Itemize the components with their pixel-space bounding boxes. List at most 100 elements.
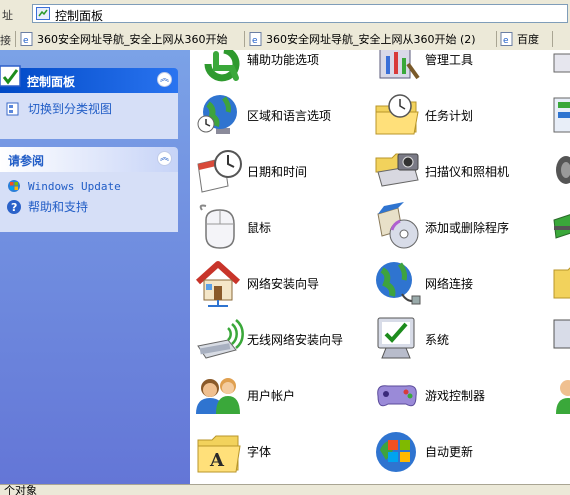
item-wireless-network-wizard[interactable]: 无线网络安装向导 xyxy=(190,312,365,368)
accessibility-icon xyxy=(204,50,240,82)
monitor-icon xyxy=(553,319,570,349)
control-panel-panel-header[interactable]: 控制面板 ︽ xyxy=(0,65,178,93)
system-monitor-icon xyxy=(377,317,415,359)
task-label: 帮助和支持 xyxy=(28,200,89,214)
keyboard-icon xyxy=(553,53,570,73)
links-separator xyxy=(244,31,245,47)
item-scheduled-tasks[interactable]: 任务计划 xyxy=(368,88,543,144)
help-icon: ? xyxy=(7,199,21,214)
link-360-nav-1[interactable]: e 360安全网址导航_安全上网从360开始 xyxy=(20,30,228,48)
network-globe-icon xyxy=(376,262,421,305)
item-label: 自动更新 xyxy=(425,445,474,459)
task-sidebar: 控制面板 ︽ 切换到分类视图 请参阅 ︽ Windows Update ? 帮助… xyxy=(0,50,190,494)
item-label: 网络安装向导 xyxy=(247,277,320,291)
item-network-setup-wizard[interactable]: 网络安装向导 xyxy=(190,256,365,312)
address-bar: 址 控制面板 xyxy=(0,0,570,29)
item-user-accounts[interactable]: 用户帐户 xyxy=(190,368,365,424)
item-partial-col3-row1[interactable] xyxy=(546,88,570,144)
links-separator xyxy=(496,31,497,47)
link-label: 百度 xyxy=(517,33,539,46)
item-accessibility-options[interactable]: 辅助功能选项 xyxy=(190,50,365,88)
links-separator xyxy=(15,31,16,47)
item-label: 区域和语言选项 xyxy=(247,109,332,123)
collapse-icon[interactable]: ︽ xyxy=(157,151,172,166)
ie-page-icon: e xyxy=(249,32,262,46)
item-regional-language[interactable]: 区域和语言选项 xyxy=(190,88,365,144)
ie-page-icon: e xyxy=(20,32,33,46)
collapse-icon[interactable]: ︽ xyxy=(157,72,172,87)
item-label: 日期和时间 xyxy=(247,165,308,179)
help-and-support-link[interactable]: ? 帮助和支持 xyxy=(6,198,88,215)
add-remove-programs-icon xyxy=(377,202,419,249)
task-label: Windows Update xyxy=(28,179,121,193)
svg-text:A: A xyxy=(209,450,225,471)
svg-text:e: e xyxy=(503,36,509,46)
admin-tools-icon xyxy=(379,50,420,80)
item-administrative-tools[interactable]: 管理工具 xyxy=(368,50,543,88)
wireless-icon xyxy=(197,319,244,359)
item-partial-col3-row0[interactable] xyxy=(546,50,570,88)
item-automatic-updates[interactable]: 自动更新 xyxy=(368,424,543,480)
status-bar: 个对象 xyxy=(0,484,570,495)
link-360-nav-2[interactable]: e 360安全网址导航_安全上网从360开始 (2) xyxy=(249,30,476,48)
speaker-icon xyxy=(556,156,570,184)
ie-page-icon: e xyxy=(500,32,513,46)
item-partial-col3-row6[interactable] xyxy=(546,368,570,424)
item-label: 字体 xyxy=(247,445,272,459)
scheduled-tasks-icon xyxy=(375,94,419,135)
switch-to-category-view-link[interactable]: 切换到分类视图 xyxy=(6,100,112,117)
address-value: 控制面板 xyxy=(55,9,104,23)
item-fonts[interactable]: A 字体 xyxy=(190,424,365,480)
item-partial-col3-row4[interactable] xyxy=(546,256,570,312)
item-label: 任务计划 xyxy=(425,109,474,123)
category-view-icon xyxy=(6,102,19,115)
item-label: 系统 xyxy=(425,333,450,347)
links-bar: 接 e 360安全网址导航_安全上网从360开始 e 360安全网址导航_安全上… xyxy=(0,28,570,51)
item-network-connections[interactable]: 网络连接 xyxy=(368,256,543,312)
item-date-time[interactable]: 日期和时间 xyxy=(190,144,365,200)
user-icon xyxy=(556,380,570,414)
panel-title: 控制面板 xyxy=(27,75,76,89)
printer-icon xyxy=(553,214,570,239)
item-label: 鼠标 xyxy=(247,221,272,235)
svg-text:?: ? xyxy=(11,201,17,214)
item-add-remove-programs[interactable]: 添加或删除程序 xyxy=(368,200,543,256)
link-label: 360安全网址导航_安全上网从360开始 (2) xyxy=(266,33,476,46)
control-panel-items: 辅助功能选项 管理工具 区域和语言选项 任务计划 日期和时间 扫描仪和照相机 鼠… xyxy=(190,50,570,484)
item-partial-col3-row2[interactable] xyxy=(546,144,570,200)
item-system[interactable]: 系统 xyxy=(368,312,543,368)
item-scanners-cameras[interactable]: 扫描仪和照相机 xyxy=(368,144,543,200)
windows-update-icon xyxy=(8,180,20,192)
links-separator xyxy=(552,31,553,47)
fonts-folder-icon: A xyxy=(197,435,241,473)
item-label: 无线网络安装向导 xyxy=(247,333,344,347)
security-center-icon xyxy=(553,97,570,133)
links-label: 接 xyxy=(0,34,11,47)
svg-text:e: e xyxy=(252,36,258,46)
address-input[interactable]: 控制面板 xyxy=(32,4,568,23)
item-partial-col3-row3[interactable] xyxy=(546,200,570,256)
item-label: 辅助功能选项 xyxy=(247,53,320,67)
house-network-icon xyxy=(195,261,241,307)
control-panel-icon xyxy=(0,65,21,87)
item-mouse[interactable]: 鼠标 xyxy=(190,200,365,256)
windows-update-icon xyxy=(376,432,416,472)
item-label: 添加或删除程序 xyxy=(425,221,510,235)
item-game-controllers[interactable]: 游戏控制器 xyxy=(368,368,543,424)
item-label: 扫描仪和照相机 xyxy=(425,165,510,179)
calendar-clock-icon xyxy=(197,150,242,193)
see-also-panel-header[interactable]: 请参阅 ︽ xyxy=(0,147,178,172)
link-baidu[interactable]: e 百度 xyxy=(500,30,539,48)
panel-title: 请参阅 xyxy=(8,154,45,168)
item-label: 游戏控制器 xyxy=(425,389,486,403)
gamepad-icon xyxy=(377,385,417,407)
link-label: 360安全网址导航_安全上网从360开始 xyxy=(37,33,228,46)
item-label: 用户帐户 xyxy=(247,389,296,403)
control-panel-panel-body: 切换到分类视图 xyxy=(0,93,178,139)
task-label: 切换到分类视图 xyxy=(28,102,113,116)
windows-update-link[interactable]: Windows Update xyxy=(6,178,121,194)
scanner-camera-icon xyxy=(375,153,419,187)
svg-text:e: e xyxy=(23,36,29,46)
mouse-icon xyxy=(199,204,235,249)
item-partial-col3-row5[interactable] xyxy=(546,312,570,368)
